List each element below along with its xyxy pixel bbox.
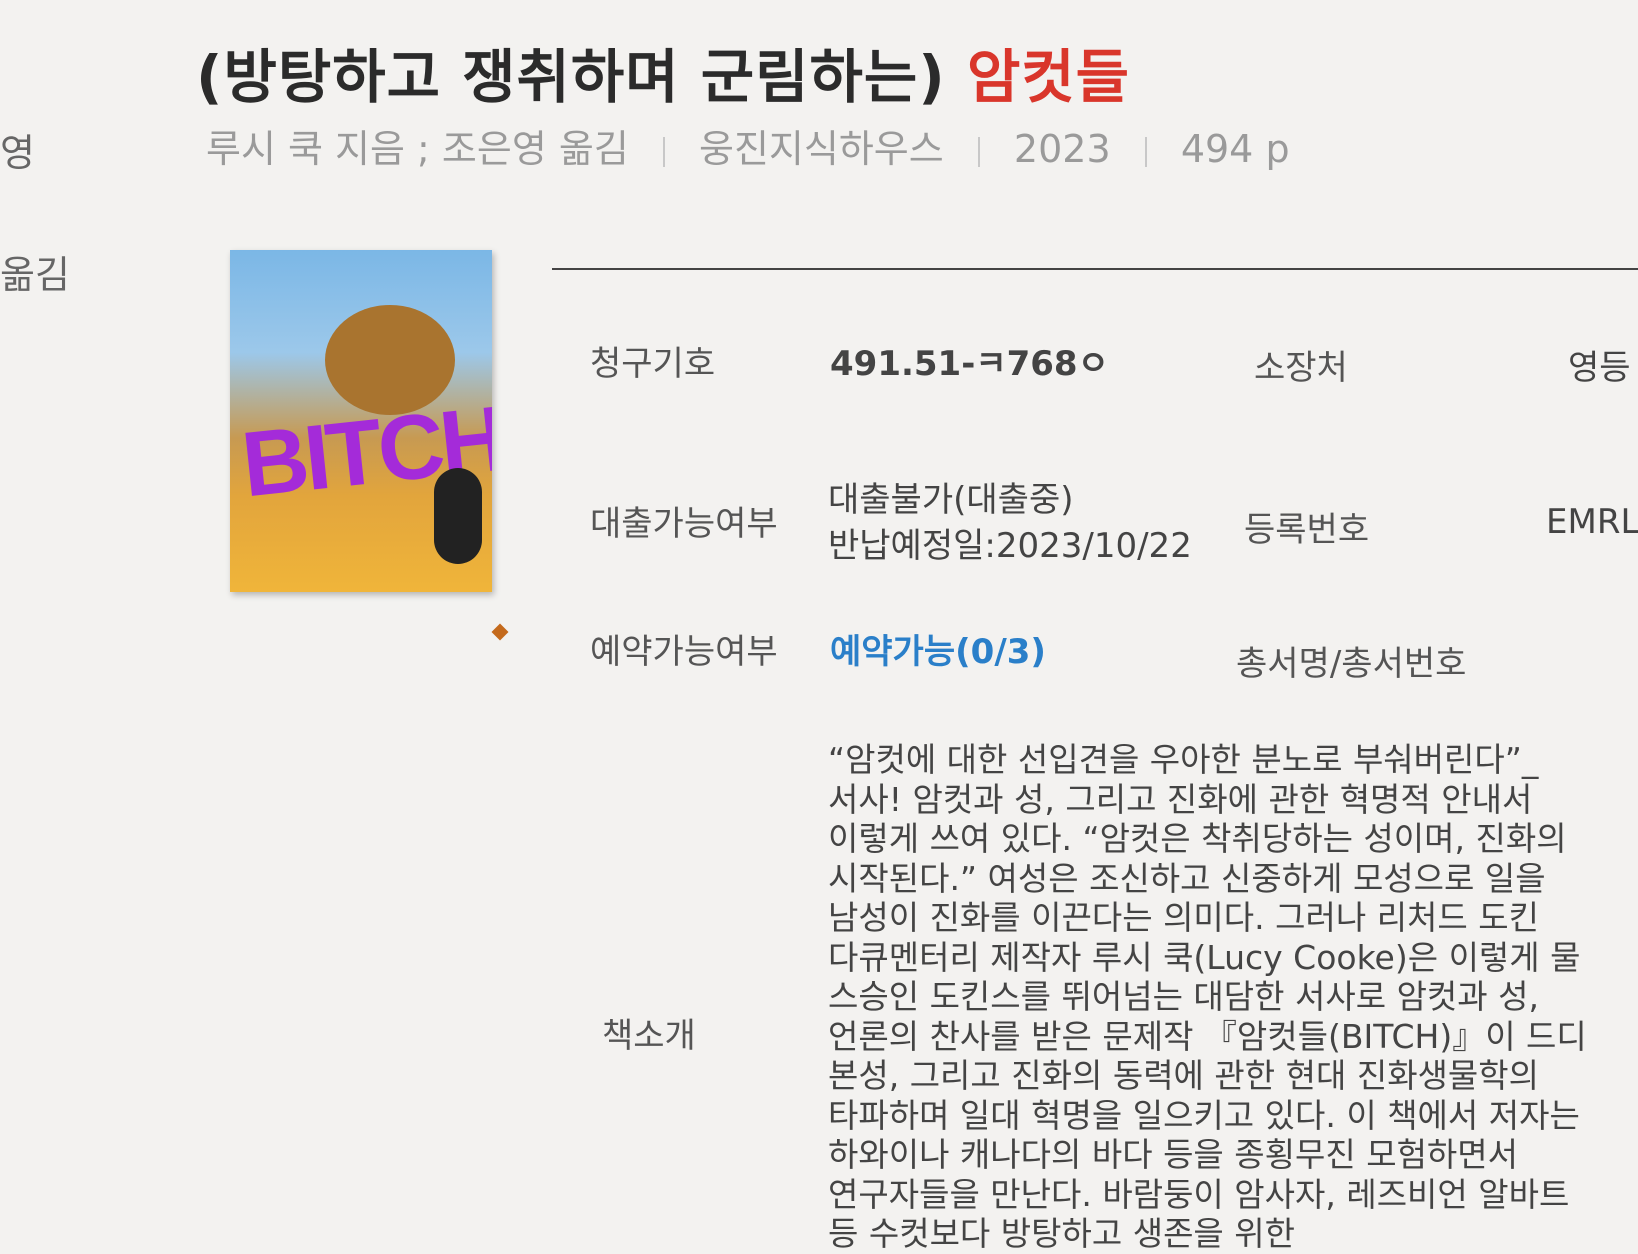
intro-line: “암컷에 대한 선입견을 우아한 분노로 부숴버린다”_ — [828, 740, 1539, 779]
intro-line: 남성이 진화를 이끈다는 의미다. 그러나 리처드 도킨 — [828, 898, 1539, 937]
meta-publisher: 웅진지식하우스 — [699, 127, 944, 171]
cover-badge — [434, 468, 482, 564]
location-label: 소장처 — [1254, 348, 1348, 388]
call-number-label: 청구기호 — [590, 344, 716, 384]
intro-line: 이렇게 쓰여 있다. “암컷은 착취당하는 성이며, 진화의 — [828, 819, 1567, 858]
intro-line: 다큐멘터리 제작자 루시 쿡(Lucy Cooke)은 이렇게 물 — [828, 937, 1581, 977]
book-intro-text: “암컷에 대한 선입견을 우아한 분노로 부숴버린다”_ 서사! 암컷과 성, … — [828, 740, 1638, 1254]
loan-due-date: 반납예정일:2023/10/22 — [828, 526, 1192, 566]
left-fragment-1: 영 — [0, 131, 35, 175]
meta-divider — [1144, 136, 1147, 167]
book-intro-label: 책소개 — [602, 1016, 696, 1056]
intro-line: 본성, 그리고 진화의 동력에 관한 현대 진화생물학의 — [828, 1056, 1539, 1095]
book-cover-image[interactable]: BITCH — [230, 250, 492, 592]
intro-line: 하와이나 캐나다의 바다 등을 종횡무진 모험하면서 — [828, 1135, 1519, 1174]
meta-author: 루시 쿡 지음 ; 조은영 옮김 — [206, 127, 629, 171]
meta-divider — [977, 136, 980, 167]
meta-year: 2023 — [1013, 127, 1111, 171]
meta-pages: 494 p — [1180, 127, 1290, 171]
meta-divider — [662, 136, 665, 167]
title-prefix: (방탕하고 쟁취하며 군림하는) — [196, 43, 946, 111]
intro-line: 스승인 도킨스를 뛰어넘는 대담한 서사로 암컷과 성, — [828, 977, 1539, 1016]
page-title: (방탕하고 쟁취하며 군림하는) 암컷들 — [196, 30, 1130, 114]
reservation-status-link[interactable]: 예약가능(0/3) — [830, 624, 1046, 673]
series-label: 총서명/총서번호 — [1236, 644, 1467, 684]
loan-status-value: 대출불가(대출중) — [828, 480, 1074, 520]
registration-label: 등록번호 — [1244, 510, 1370, 550]
book-meta: 루시 쿡 지음 ; 조은영 옮김 웅진지식하우스 2023 494 p — [206, 118, 1290, 173]
intro-line: 언론의 찬사를 받은 문제작 『암컷들(BITCH)』이 드디 — [828, 1016, 1587, 1056]
intro-line: 연구자들을 만난다. 바람둥이 암사자, 레즈비언 알바트 — [828, 1174, 1570, 1214]
loan-status-label: 대출가능여부 — [590, 504, 778, 544]
intro-line: 등 수컷보다 방탕하고 생존을 위한 — [828, 1214, 1295, 1253]
call-number-value: 491.51-ㅋ768ㅇ — [830, 344, 1109, 384]
registration-value: EMRL — [1546, 502, 1638, 542]
left-fragment-2: 옮김 — [0, 253, 70, 297]
intro-line: 서사! 암컷과 성, 그리고 진화에 관한 혁명적 안내서 — [828, 779, 1533, 819]
intro-line: 타파하며 일대 혁명을 일으키고 있다. 이 책에서 저자는 — [828, 1095, 1580, 1135]
intro-line: 시작된다.” 여성은 조신하고 신중하게 모성으로 일을 — [828, 858, 1546, 898]
reservation-label: 예약가능여부 — [590, 632, 778, 672]
location-value: 영등 — [1568, 348, 1631, 388]
detail-table-top-rule — [552, 268, 1638, 270]
title-highlight: 암컷들 — [966, 43, 1131, 111]
bullet-marker — [491, 623, 509, 641]
